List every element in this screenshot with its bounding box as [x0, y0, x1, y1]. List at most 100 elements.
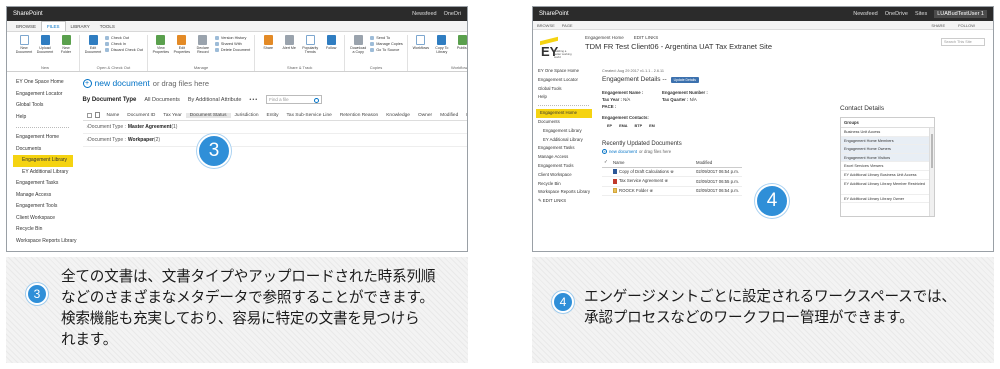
nav-item-recycle-bin[interactable]: Recycle Bin	[538, 180, 595, 189]
new-folder-button[interactable]: New Folder	[57, 35, 75, 65]
contact-role-ema[interactable]: EMA	[619, 124, 627, 128]
nav-item-engagement-library[interactable]: Engagement Library	[13, 155, 73, 167]
col-modified[interactable]: Modified	[696, 160, 742, 165]
new-document-link[interactable]: + new document or drag files here	[82, 78, 468, 88]
nav-item-engagement-locator[interactable]: Engagement Locator	[538, 76, 595, 85]
edit-properties-button[interactable]: Edit Properties	[173, 35, 191, 65]
manage-copies-button[interactable]: Manage Copies	[370, 42, 403, 46]
share-button[interactable]: Share	[259, 35, 277, 65]
nav-item-workspace-reports-library[interactable]: Workspace Reports Library	[16, 236, 77, 248]
group-item-business-unit-access[interactable]: Business Unit Access	[841, 128, 934, 137]
contact-role-btp[interactable]: BTP	[635, 124, 643, 128]
suite-link-newsfeed[interactable]: Newsfeed	[853, 11, 877, 17]
group-item-excel-services-viewers[interactable]: Excel Services Viewers	[841, 162, 934, 171]
nav-item-documents[interactable]: Documents	[538, 118, 595, 127]
sharepoint-brand[interactable]: SharePoint	[539, 11, 569, 17]
suite-link-onedrive[interactable]: OneDri	[444, 11, 461, 17]
col-knowledge[interactable]: Knowledge	[382, 113, 414, 118]
nav-item-engagement-home[interactable]: Engagement Home	[16, 132, 77, 144]
nav-item-help[interactable]: Help	[16, 112, 77, 124]
more-views-icon[interactable]: •••	[249, 97, 258, 103]
nav-item-engagement-tasks[interactable]: Engagement Tasks	[16, 178, 77, 190]
workflows-button[interactable]: Workflows	[412, 35, 430, 65]
publish-button[interactable]: Publish	[454, 35, 467, 65]
nav-item-recycle-bin[interactable]: Recycle Bin	[16, 224, 77, 236]
col-document-status[interactable]: Document Status	[185, 112, 231, 118]
view-by-document-type[interactable]: By Document Type	[83, 97, 137, 103]
add-icon[interactable]: +	[602, 149, 607, 154]
tab-browse[interactable]: BROWSE	[11, 22, 41, 31]
shared-with-button[interactable]: Shared With	[215, 42, 250, 46]
breadcrumb-home[interactable]: Engagement Home	[585, 35, 624, 40]
suite-link-sites[interactable]: Sites	[915, 11, 927, 17]
table-row[interactable]: Copy of Draft Calculations ※ 02/09/2017 0…	[602, 168, 742, 177]
nav-item-client-workspace[interactable]: Client Workspace	[16, 213, 77, 225]
new-document-label[interactable]: new document	[609, 149, 637, 154]
find-file-input[interactable]: Find a file	[266, 95, 323, 104]
update-details-button[interactable]: Update Details	[670, 76, 699, 83]
document-name[interactable]: Tax Service Agreement ※	[613, 178, 696, 184]
col-entity[interactable]: Entity	[263, 113, 283, 118]
nav-item-manage-access[interactable]: Manage Access	[16, 190, 77, 202]
col-tax-sub-service-line[interactable]: Tax Sub-Service Line	[283, 113, 336, 118]
ey-logo[interactable]: EY Building a better working world	[539, 35, 573, 63]
nav-item-edit-links[interactable]: EDIT LINKS	[538, 197, 595, 206]
check-out-button[interactable]: Check Out	[105, 36, 143, 40]
group-item-ey-additional-library-library-member-restricted[interactable]: EY Additional Library Library Member Res…	[841, 180, 934, 195]
declare-record-button[interactable]: Declare Record	[194, 35, 212, 65]
nav-item-engagement-home[interactable]: Engagement Home	[536, 109, 592, 118]
nav-item-ey-additional-library[interactable]: EY Additional Library	[538, 136, 595, 145]
nav-item-workspace-reports-library[interactable]: Workspace Reports Library	[538, 188, 595, 197]
col-document-id[interactable]: Document ID	[123, 113, 159, 118]
follow-button[interactable]: FOLLOW	[958, 23, 975, 28]
site-search-input[interactable]: Search This Site	[941, 38, 985, 46]
document-name-text[interactable]: Copy of Draft Calculations ※	[619, 169, 674, 174]
document-name[interactable]: Copy of Draft Calculations ※	[613, 169, 696, 175]
scrollbar-thumb[interactable]	[931, 134, 933, 168]
group-row[interactable]: › Document Type : Master Agreement (1)	[82, 121, 467, 134]
view-properties-button[interactable]: View Properties	[152, 35, 170, 65]
alert-me-button[interactable]: Alert Me	[280, 35, 298, 65]
send-to-button[interactable]: Send To	[370, 36, 403, 40]
nav-item-documents[interactable]: Documents	[16, 144, 77, 156]
select-all-checkbox[interactable]: ✓	[602, 159, 613, 165]
suite-link-newsfeed[interactable]: Newsfeed	[412, 11, 436, 17]
col-name[interactable]: Name	[613, 160, 696, 165]
upload-document-button[interactable]: Upload Document	[36, 35, 54, 65]
nav-item-ey-additional-library[interactable]: EY Additional Library	[16, 167, 77, 179]
go-to-source-button[interactable]: Go To Source	[370, 48, 403, 52]
user-menu[interactable]: LUABudTestUser 1	[934, 10, 987, 18]
tab-page[interactable]: PAGE	[562, 23, 573, 28]
tab-library[interactable]: LIBRARY	[66, 22, 95, 31]
edit-links-top[interactable]: EDIT LINKS	[634, 35, 658, 40]
new-document-label[interactable]: new document	[95, 78, 150, 88]
delete-document-button[interactable]: Delete Document	[215, 48, 250, 52]
popularity-trends-button[interactable]: Popularity Trends	[301, 35, 319, 65]
nav-item-global-tools[interactable]: Global Tools	[538, 85, 595, 94]
col-owner[interactable]: Owner	[414, 113, 436, 118]
nav-item-ey-one-space-home[interactable]: EY One Space Home	[16, 77, 77, 89]
group-item-engagement-home-owners[interactable]: Engagement Home Owners	[841, 145, 934, 154]
suite-link-onedrive[interactable]: OneDrive	[885, 11, 908, 17]
group-item-ey-additional-library-library-owner[interactable]: EY Additional Library Library Owner	[841, 195, 934, 204]
select-all-checkbox[interactable]	[86, 112, 92, 118]
document-name-text[interactable]: ROOCK Folder ※	[619, 188, 653, 193]
version-history-button[interactable]: Version History	[215, 36, 250, 40]
share-button[interactable]: SHARE	[931, 23, 945, 28]
edit-document-button[interactable]: Edit Document	[84, 35, 102, 65]
new-document-button[interactable]: New Document	[15, 35, 33, 65]
nav-item-engagement-tools[interactable]: Engagement Tools	[538, 162, 595, 171]
nav-item-manage-access[interactable]: Manage Access	[538, 153, 595, 162]
download-a-copy-button[interactable]: Download a Copy	[349, 35, 367, 65]
contact-role-em[interactable]: EM	[649, 124, 655, 128]
col-modified[interactable]: Modified	[436, 113, 462, 118]
col-tax-year[interactable]: Tax Year	[159, 113, 185, 118]
group-item-engagement-home-visitors[interactable]: Engagement Home Visitors	[841, 153, 934, 163]
tab-files[interactable]: FILES	[41, 21, 66, 31]
groups-scrollbar[interactable]	[929, 128, 934, 216]
contact-role-ep[interactable]: EP	[607, 124, 612, 128]
tab-browse[interactable]: BROWSE	[537, 23, 555, 28]
add-icon[interactable]: +	[82, 78, 92, 88]
table-row[interactable]: Tax Service Agreement ※ 02/09/2017 06:55 …	[602, 177, 742, 187]
check-in-button[interactable]: Check In	[105, 42, 143, 46]
